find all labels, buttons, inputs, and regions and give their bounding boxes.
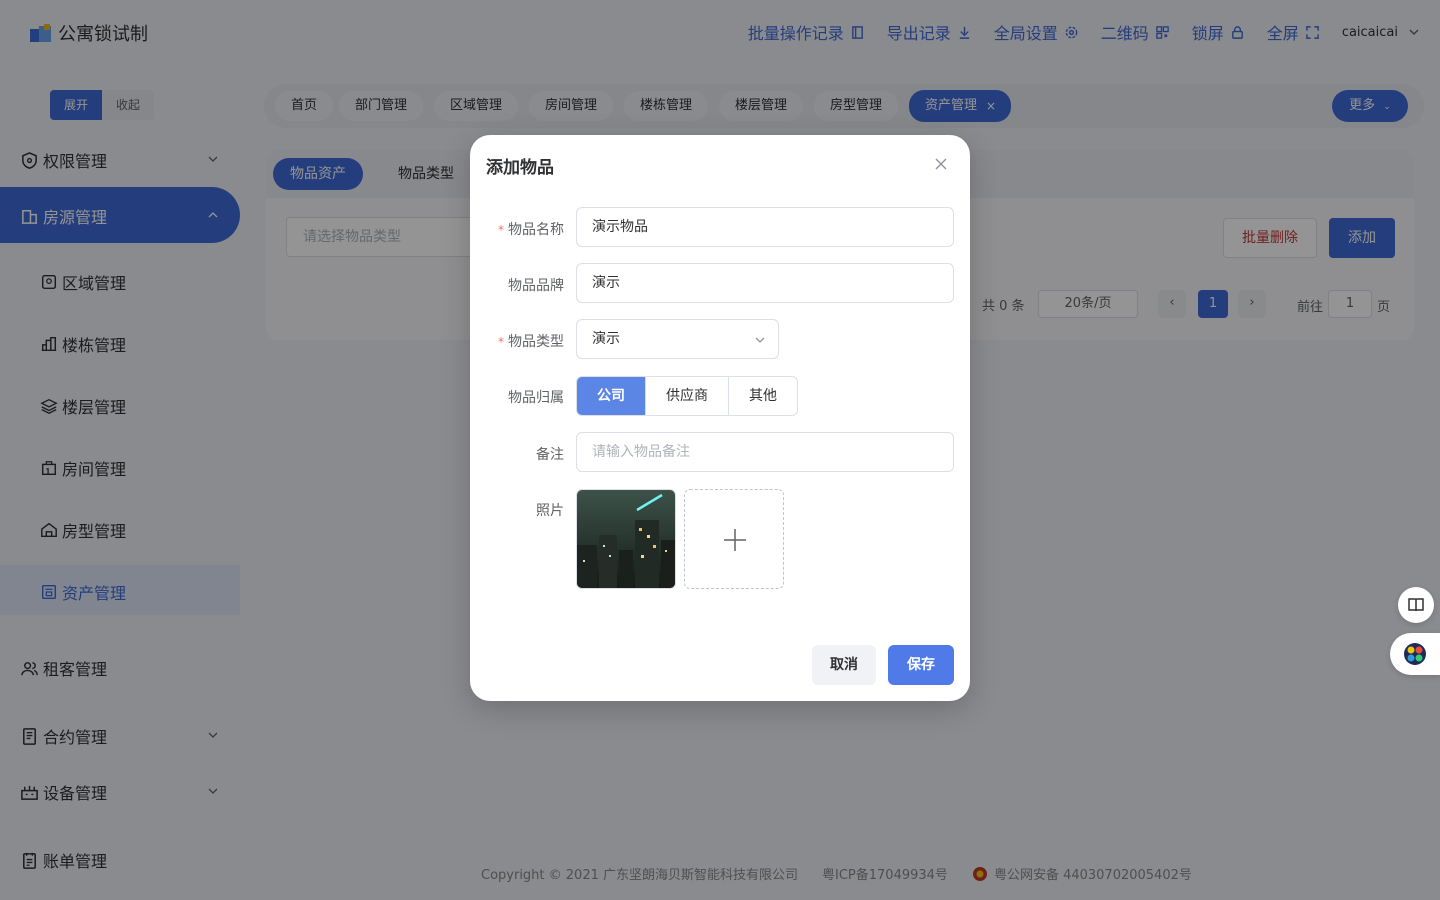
chevron-down-icon [755, 337, 765, 343]
save-button[interactable]: 保存 [888, 645, 954, 685]
upload-photo-button[interactable] [684, 489, 784, 589]
owner-option-supplier[interactable]: 供应商 [645, 377, 728, 415]
type-label: * 物品类型 [498, 331, 564, 351]
plus-icon [724, 529, 746, 551]
assistant-float-button[interactable] [1390, 633, 1440, 675]
add-item-dialog: 添加物品 * 物品名称 演示物品 物品品牌 演示 * 物品类型 演示 物品归属 公司… [470, 135, 970, 701]
photo-label: 照片 [536, 503, 564, 519]
type-label-text: 物品类型 [508, 334, 564, 350]
owner-label: 物品归属 [508, 390, 564, 406]
required-mark: * [498, 335, 504, 349]
brand-label: 物品品牌 [508, 278, 564, 294]
help-float-button[interactable] [1398, 587, 1434, 623]
cancel-button[interactable]: 取消 [812, 645, 876, 685]
owner-option-other[interactable]: 其他 [728, 377, 797, 415]
owner-segmented: 公司 供应商 其他 [576, 376, 798, 416]
item-type-select[interactable]: 演示 [576, 319, 779, 359]
remark-label: 备注 [536, 447, 564, 463]
palette-icon [1404, 643, 1426, 665]
remark-input[interactable]: 请输入物品备注 [576, 432, 954, 472]
name-label-text: 物品名称 [508, 222, 564, 238]
book-icon [1408, 598, 1424, 612]
photo-thumbnail[interactable] [576, 489, 676, 589]
city-night-photo [577, 490, 675, 588]
owner-option-company[interactable]: 公司 [577, 377, 645, 415]
item-brand-input[interactable]: 演示 [576, 263, 954, 303]
name-label: * 物品名称 [498, 219, 564, 239]
item-name-input[interactable]: 演示物品 [576, 207, 954, 247]
dialog-title: 添加物品 [486, 158, 554, 178]
item-type-value: 演示 [592, 331, 620, 347]
required-mark: * [498, 223, 504, 237]
close-icon[interactable] [934, 157, 948, 171]
